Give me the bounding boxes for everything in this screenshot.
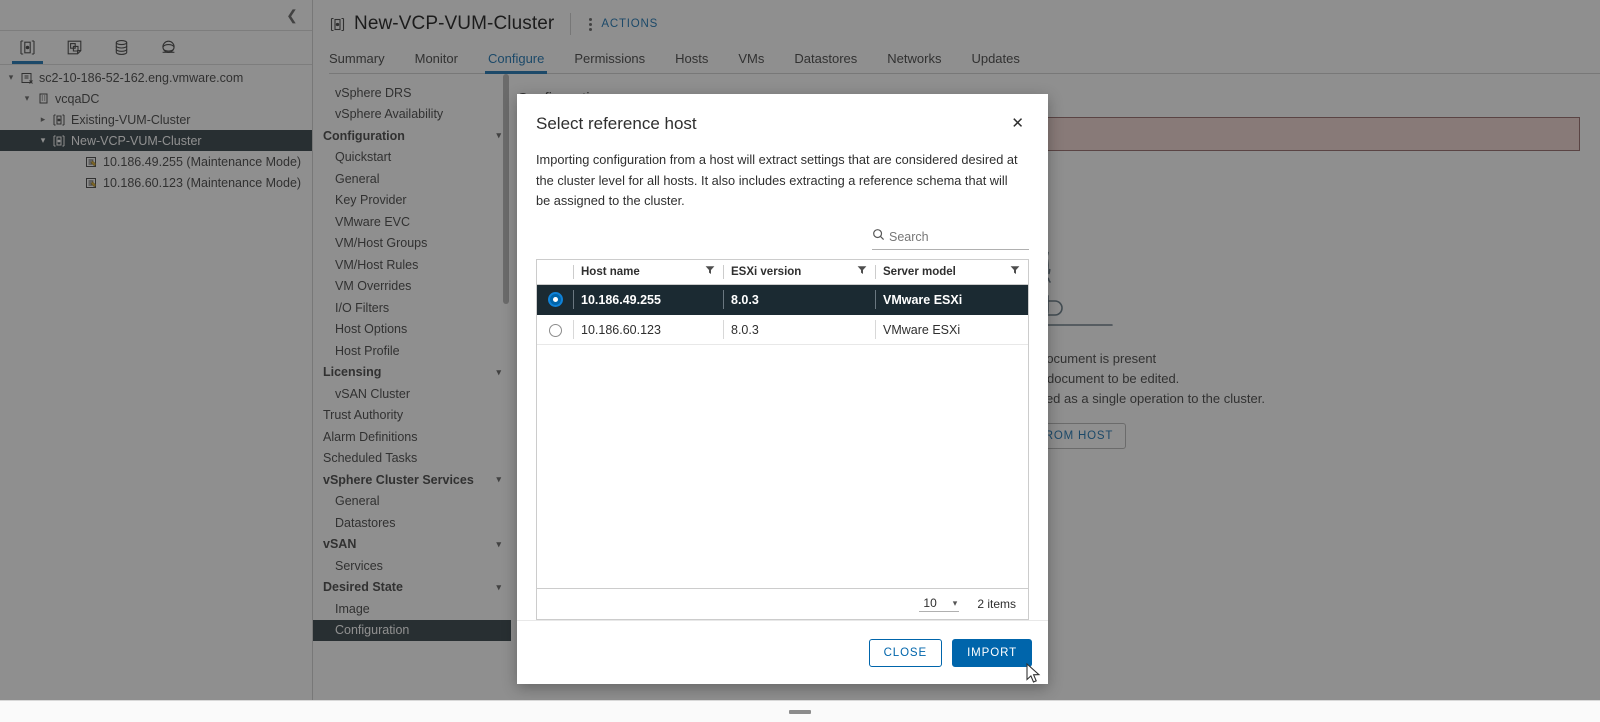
table-row[interactable]: 10.186.49.255 8.0.3 VMware ESXi — [537, 284, 1028, 315]
select-reference-host-dialog: Select reference host ✕ Importing config… — [517, 94, 1048, 684]
host-radio-1[interactable] — [537, 314, 573, 345]
page-size-value: 10 — [923, 596, 937, 610]
server-model-cell: VMware ESXi — [875, 314, 1028, 345]
dialog-header: Select reference host ✕ — [517, 94, 1048, 134]
host-radio-0[interactable] — [537, 284, 573, 315]
radio-unselected-icon — [548, 323, 562, 337]
radio-selected-icon — [547, 292, 563, 308]
filter-icon[interactable] — [857, 265, 867, 278]
search-input[interactable] — [887, 228, 1029, 245]
column-header-host-name[interactable]: Host name — [573, 259, 723, 285]
search-icon — [872, 228, 887, 246]
table-footer: 10 ▾ 2 items — [537, 588, 1028, 619]
close-icon[interactable]: ✕ — [1009, 114, 1026, 133]
column-label: ESXi version — [731, 265, 802, 278]
column-label: Server model — [883, 265, 956, 278]
import-button[interactable]: IMPORT — [952, 638, 1032, 667]
dialog-title: Select reference host — [536, 114, 697, 133]
search-row — [517, 212, 1048, 250]
bottom-resize-strip[interactable] — [0, 700, 1600, 722]
table-header-row: Host name ESXi version Server model — [537, 259, 1028, 285]
close-button[interactable]: CLOSE — [868, 638, 943, 667]
column-header-esxi-version[interactable]: ESXi version — [723, 259, 875, 285]
column-header-server-model[interactable]: Server model — [875, 259, 1028, 285]
table-row[interactable]: 10.186.60.123 8.0.3 VMware ESXi — [537, 314, 1028, 345]
items-count: 2 items — [977, 597, 1016, 611]
host-name-cell: 10.186.60.123 — [573, 314, 723, 345]
vsphere-client-window: New-VCP-VUM-Cluster ACTIONS Summary Moni… — [0, 0, 1600, 722]
search-box[interactable] — [872, 228, 1029, 250]
filter-icon[interactable] — [1010, 265, 1020, 278]
selection-column-header — [537, 259, 573, 285]
dialog-footer: CLOSE IMPORT — [517, 620, 1048, 684]
page-size-select[interactable]: 10 ▾ — [919, 596, 960, 612]
drag-handle[interactable] — [789, 709, 811, 714]
table-empty-area — [537, 345, 1028, 588]
esxi-version-cell: 8.0.3 — [723, 314, 875, 345]
chevron-down-icon: ▾ — [952, 597, 958, 608]
dialog-description: Importing configuration from a host will… — [536, 152, 1018, 208]
esxi-version-cell: 8.0.3 — [723, 284, 875, 315]
hosts-table: Host name ESXi version Server model 10.1… — [536, 258, 1029, 620]
host-name-cell: 10.186.49.255 — [573, 284, 723, 315]
server-model-cell: VMware ESXi — [875, 284, 1028, 315]
filter-icon[interactable] — [705, 265, 715, 278]
column-label: Host name — [581, 265, 640, 278]
